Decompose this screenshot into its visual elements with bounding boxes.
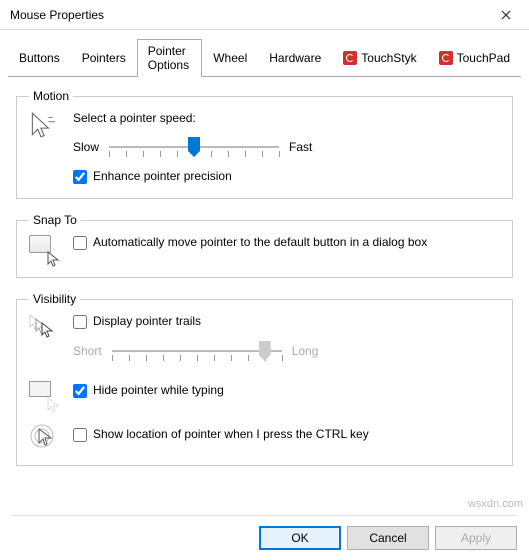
enhance-precision-row[interactable]: Enhance pointer precision [73,169,500,184]
titlebar: Mouse Properties [0,0,529,30]
tab-touchpad[interactable]: TouchPad [428,39,521,77]
pointer-trails-icon [29,314,63,342]
tab-hardware[interactable]: Hardware [258,39,332,77]
snapto-legend: Snap To [29,213,81,227]
ctrl-locate-checkbox[interactable] [73,428,87,442]
tab-label: Hardware [269,51,321,65]
synaptics-icon [439,51,453,65]
snapto-icon [29,235,59,263]
snapto-checkbox[interactable] [73,236,87,250]
tab-strip: Buttons Pointers Pointer Options Wheel H… [8,38,521,77]
pointer-speed-label: Select a pointer speed: [73,111,500,125]
ctrl-locate-row[interactable]: Show location of pointer when I press th… [73,427,500,442]
snapto-row[interactable]: Automatically move pointer to the defaul… [73,235,500,250]
visibility-group: Visibility Display pointer trails Short [16,292,513,466]
fast-label: Fast [289,140,312,154]
tab-pointers[interactable]: Pointers [71,39,137,77]
tab-label: TouchPad [457,51,510,65]
tab-pointer-options[interactable]: Pointer Options [137,39,202,77]
long-label: Long [292,344,319,358]
trails-row[interactable]: Display pointer trails [73,314,500,329]
pointer-speed-icon [29,111,55,141]
tab-label: Pointer Options [148,44,191,72]
tab-touchstyk[interactable]: TouchStyk [332,39,427,77]
hide-typing-checkbox[interactable] [73,384,87,398]
cancel-button[interactable]: Cancel [347,526,429,550]
tab-wheel[interactable]: Wheel [202,39,258,77]
slow-label: Slow [73,140,99,154]
synaptics-icon [343,51,357,65]
watermark: wsxdn.com [468,498,523,510]
tab-label: Pointers [82,51,126,65]
pointer-speed-slider[interactable] [109,133,279,161]
visibility-legend: Visibility [29,292,80,306]
tab-label: Wheel [213,51,247,65]
dialog-buttons: OK Cancel Apply [12,515,517,550]
hide-while-typing-icon [29,381,59,409]
trail-length-slider [112,337,282,365]
motion-legend: Motion [29,89,73,103]
ctrl-locate-icon [29,423,59,451]
snapto-group: Snap To Automatically move pointer to th… [16,213,513,278]
tab-label: Buttons [19,51,60,65]
ctrl-locate-label: Show location of pointer when I press th… [93,427,369,441]
tab-content: Motion Select a pointer speed: Slow Fast [0,77,529,486]
tab-buttons[interactable]: Buttons [8,39,71,77]
tab-label: TouchStyk [361,51,416,65]
close-button[interactable] [483,0,529,30]
ok-button[interactable]: OK [259,526,341,550]
hide-typing-row[interactable]: Hide pointer while typing [73,383,500,398]
motion-group: Motion Select a pointer speed: Slow Fast [16,89,513,199]
short-label: Short [73,344,102,358]
enhance-precision-checkbox[interactable] [73,170,87,184]
enhance-precision-label: Enhance pointer precision [93,169,232,183]
close-icon [501,10,511,20]
hide-typing-label: Hide pointer while typing [93,383,224,397]
snapto-label: Automatically move pointer to the defaul… [93,235,427,249]
window-title: Mouse Properties [10,8,483,22]
trails-label: Display pointer trails [93,314,201,328]
apply-button: Apply [435,526,517,550]
trails-checkbox[interactable] [73,315,87,329]
